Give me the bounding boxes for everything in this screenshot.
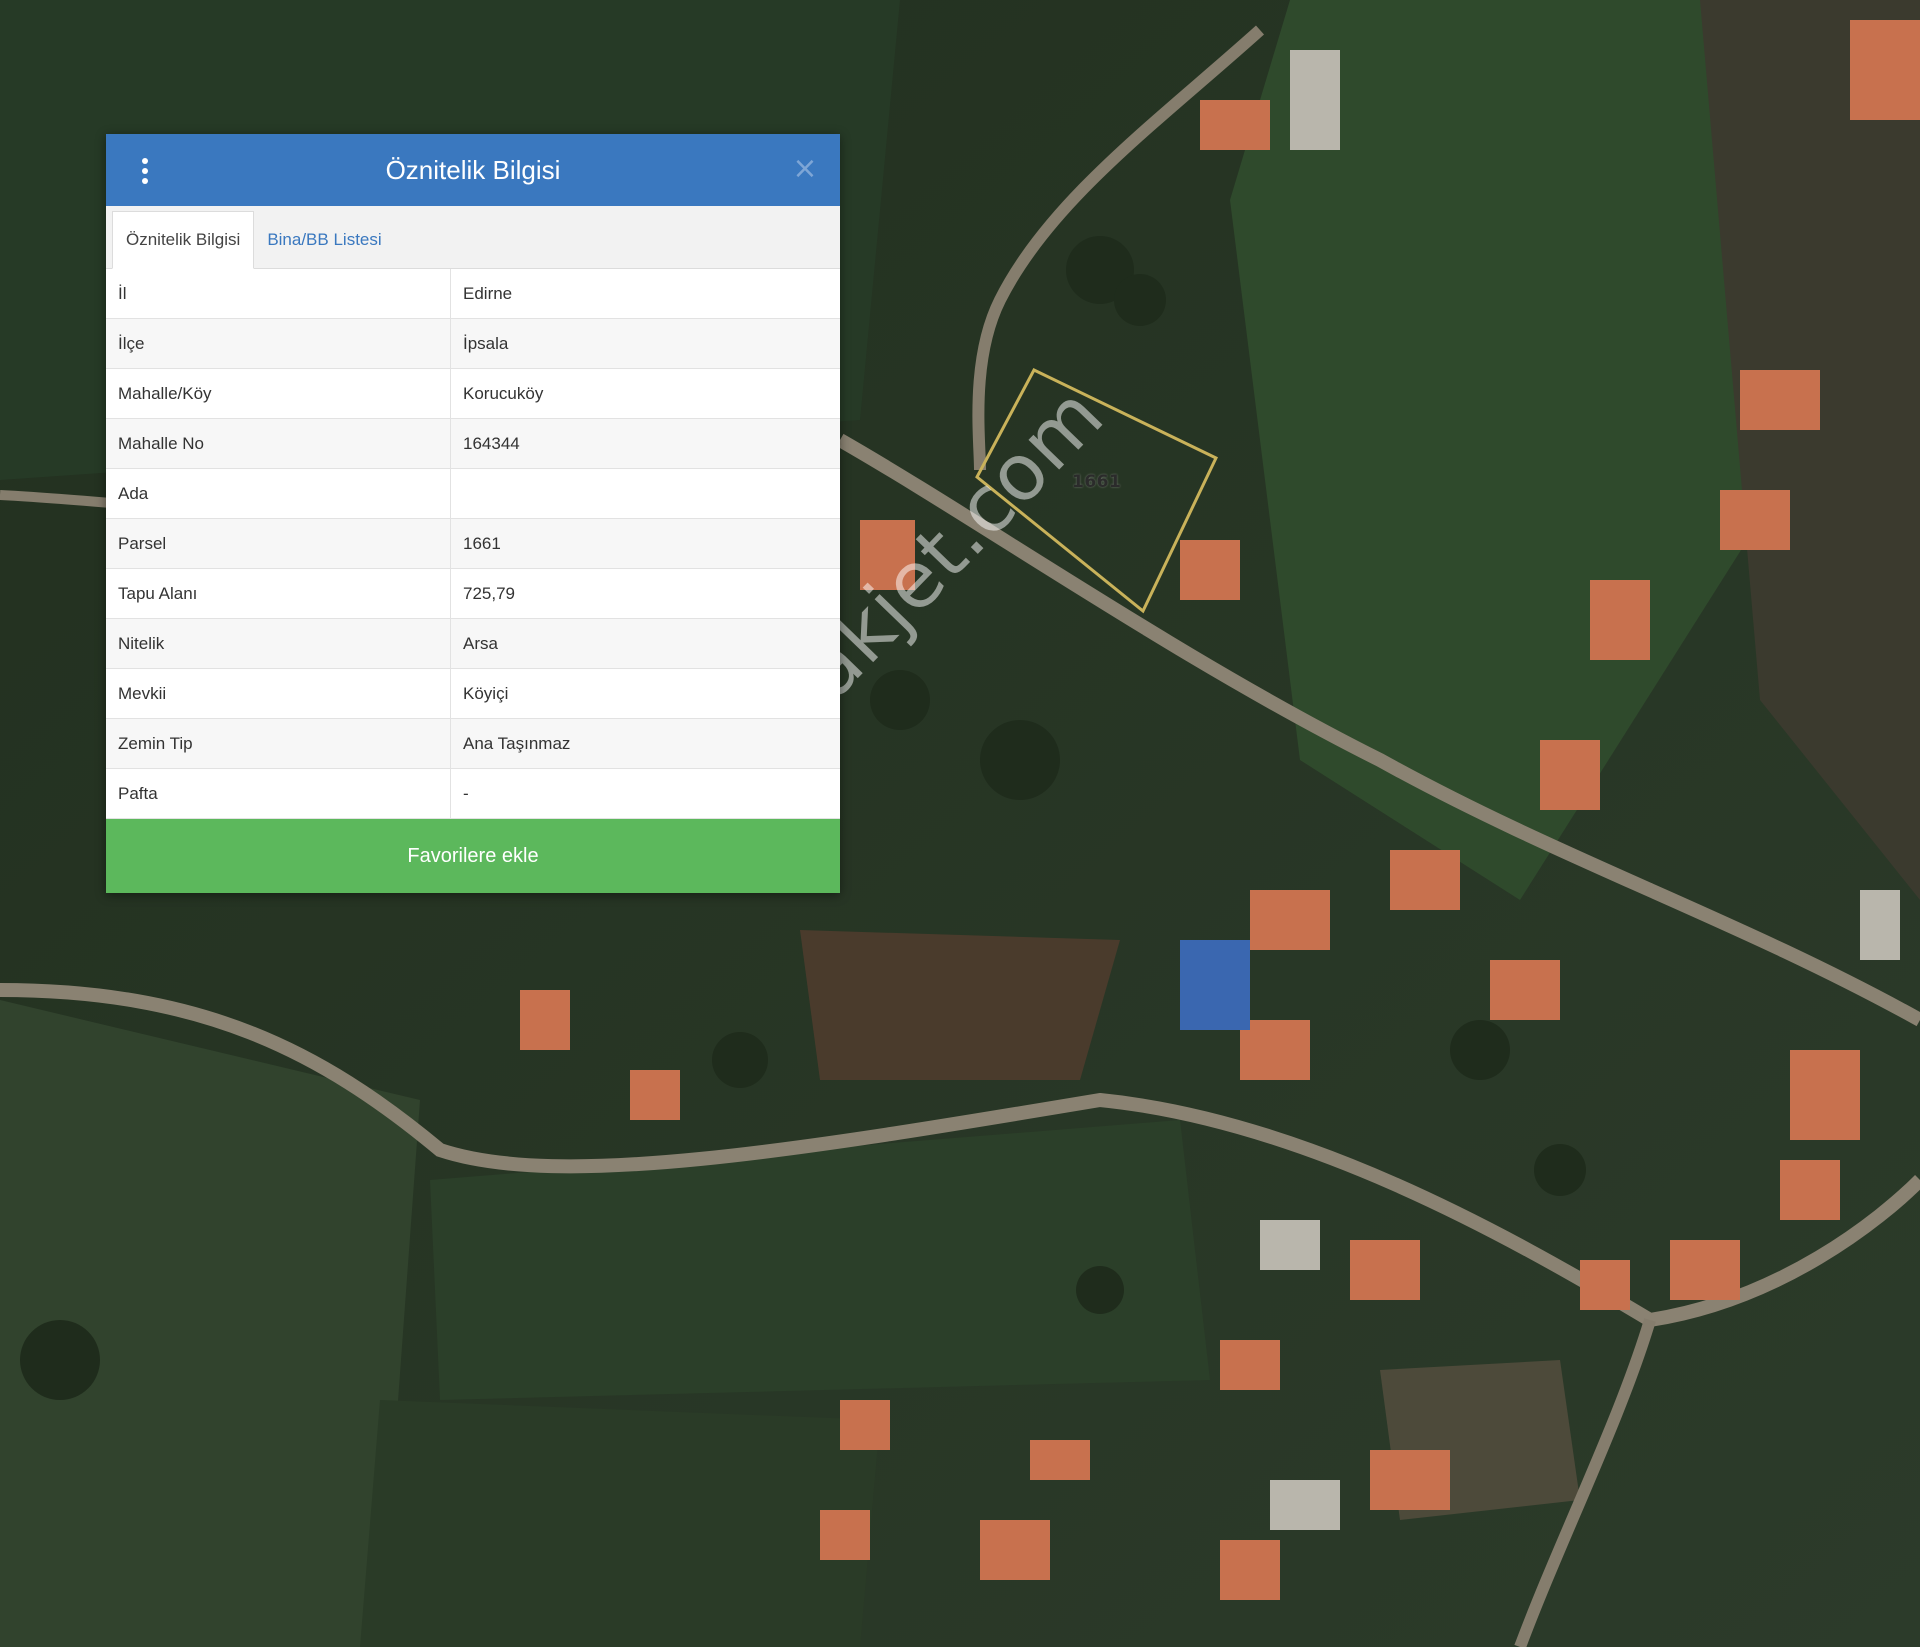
table-row: Mahalle No 164344 <box>106 418 840 469</box>
attribute-value: 1661 <box>450 518 840 569</box>
attribute-value: Arsa <box>450 618 840 669</box>
attribute-key: Ada <box>106 468 451 519</box>
attribute-key: Parsel <box>106 518 451 569</box>
table-row: Tapu Alanı 725,79 <box>106 568 840 619</box>
table-row: Mahalle/Köy Korucuköy <box>106 368 840 419</box>
kebab-menu-icon[interactable] <box>140 158 150 184</box>
table-row: Parsel 1661 <box>106 518 840 569</box>
attribute-key: Mevkii <box>106 668 451 719</box>
attribute-key: Pafta <box>106 768 451 819</box>
panel-title: Öznitelik Bilgisi <box>385 154 561 185</box>
table-row: Nitelik Arsa <box>106 618 840 669</box>
attribute-key: İl <box>106 269 451 319</box>
attribute-value: 725,79 <box>450 568 840 619</box>
attribute-key: Mahalle/Köy <box>106 368 451 419</box>
attribute-value: Korucuköy <box>450 368 840 419</box>
attribute-key: İlçe <box>106 318 451 369</box>
attribute-value: - <box>450 768 840 819</box>
table-row: İlçe İpsala <box>106 318 840 369</box>
attribute-value: İpsala <box>450 318 840 369</box>
attribute-value: Köyiçi <box>450 668 840 719</box>
attribute-key: Mahalle No <box>106 418 451 469</box>
attribute-value: Ana Taşınmaz <box>450 718 840 769</box>
table-row: İl Edirne <box>106 269 840 319</box>
attribute-key: Nitelik <box>106 618 451 669</box>
panel-header: Öznitelik Bilgisi × <box>106 134 840 206</box>
attribute-value <box>450 468 840 519</box>
table-row: Zemin Tip Ana Taşınmaz <box>106 718 840 769</box>
attribute-key: Zemin Tip <box>106 718 451 769</box>
add-to-favorites-button[interactable]: Favorilere ekle <box>106 819 840 893</box>
panel-tabs: Öznitelik Bilgisi Bina/BB Listesi <box>106 206 840 269</box>
table-row: Pafta - <box>106 768 840 819</box>
attribute-panel: Öznitelik Bilgisi × Öznitelik Bilgisi Bi… <box>106 134 840 893</box>
tab-building-list[interactable]: Bina/BB Listesi <box>254 212 394 268</box>
attribute-value: 164344 <box>450 418 840 469</box>
tab-attribute-info[interactable]: Öznitelik Bilgisi <box>112 211 255 269</box>
table-row: Mevkii Köyiçi <box>106 668 840 719</box>
table-row: Ada <box>106 468 840 519</box>
attribute-value: Edirne <box>450 269 840 319</box>
close-icon[interactable]: × <box>790 152 820 186</box>
attribute-key: Tapu Alanı <box>106 568 451 619</box>
attribute-table: İl Edirne İlçe İpsala Mahalle/Köy Korucu… <box>106 269 840 819</box>
